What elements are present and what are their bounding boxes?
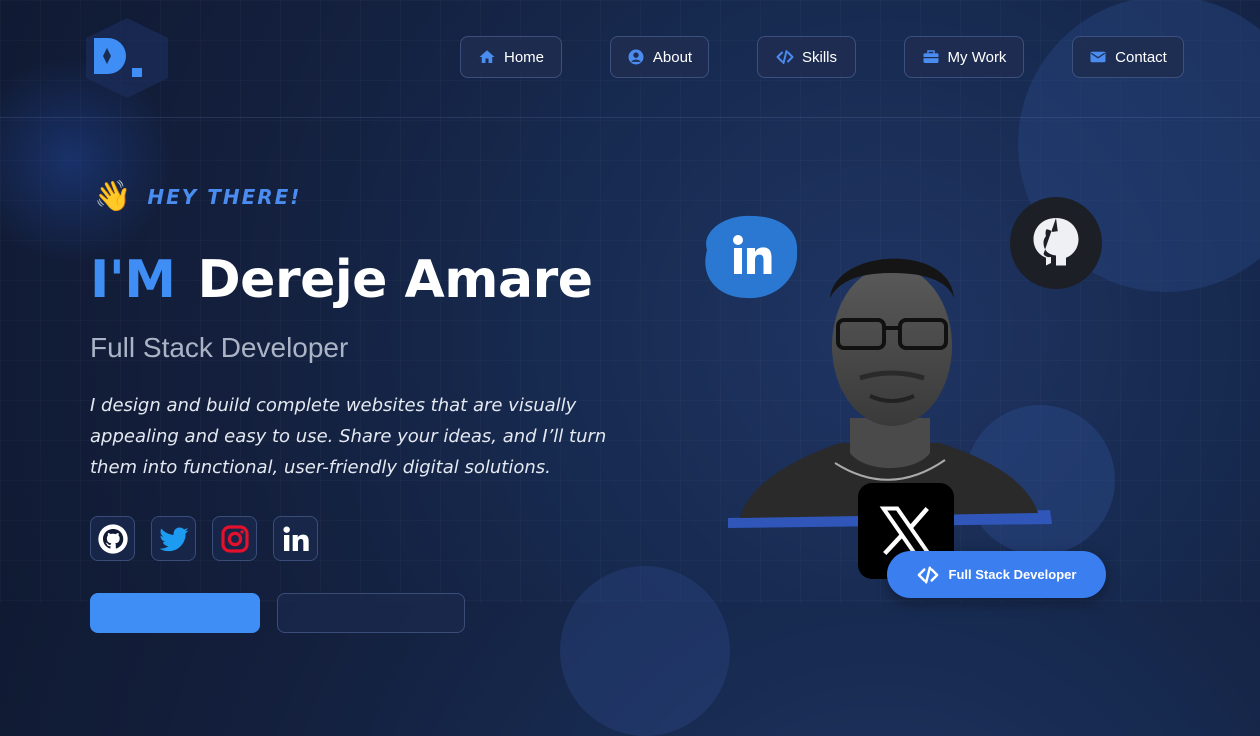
site-header: Home About Skills My Work Contact [0,0,1260,118]
nav-contact-button[interactable]: Contact [1072,36,1184,78]
user-circle-icon [628,49,644,65]
envelope-icon [1090,51,1106,63]
linkedin-icon [282,525,309,551]
floating-github-badge[interactable] [1010,197,1102,289]
social-links [90,516,318,561]
code-icon [917,565,938,584]
nav-skills-label: Skills [801,48,837,66]
site-logo[interactable] [84,18,170,98]
decorative-circle [560,566,730,736]
linkedin-icon [705,215,798,299]
twitter-icon [158,527,189,551]
hero-role: Full Stack Developer [90,332,349,363]
nav-skills-button[interactable]: Skills [757,36,856,78]
nav-contact-label: Contact [1115,48,1167,66]
waving-hand-icon: 👋 [94,179,132,214]
github-icon [97,523,128,554]
hero-headline: I'M Dereje Amare [90,250,593,310]
linkedin-link[interactable] [273,516,318,561]
instagram-icon [220,524,249,553]
twitter-link[interactable] [151,516,196,561]
greeting-text: HEY THERE! [147,185,302,209]
briefcase-icon [923,50,939,63]
code-icon [776,50,794,64]
nav-home-button[interactable]: Home [460,36,562,78]
role-badge: Full Stack Developer [887,551,1106,598]
github-link[interactable] [90,516,135,561]
nav-my-work-label: My Work [947,48,1007,66]
home-icon [479,50,495,63]
nav-my-work-button[interactable]: My Work [904,36,1024,78]
github-icon [1033,218,1079,266]
floating-linkedin-badge[interactable] [697,210,801,302]
secondary-cta-button[interactable] [277,593,465,633]
headline-name: Dereje Amare [197,250,593,310]
headline-intro: I'M [90,250,176,310]
d-logo-icon [86,18,168,98]
nav-about-label: About [652,48,693,66]
nav-about-button[interactable]: About [610,36,709,78]
nav-home-label: Home [503,48,544,66]
primary-cta-button[interactable] [90,593,260,633]
hero-description: I design and build complete websites tha… [90,395,607,478]
greeting: 👋 HEY THERE! [94,182,301,212]
role-badge-label: Full Stack Developer [948,567,1077,582]
instagram-link[interactable] [212,516,257,561]
